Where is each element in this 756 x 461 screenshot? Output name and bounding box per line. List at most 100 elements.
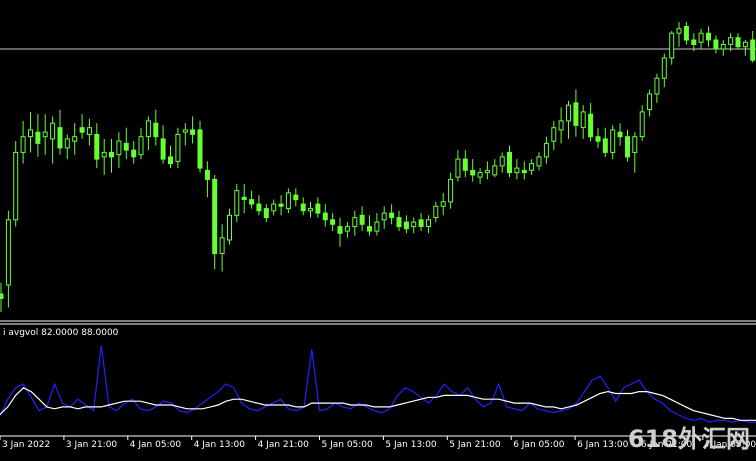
candle-body-bear [418,219,424,228]
trading-chart[interactable]: i avgvol 82.0000 88.0000 3 Jan 2022 3 Jan… [0,0,756,457]
candle [64,134,70,160]
candle [683,22,689,45]
candle-body-bull [5,219,11,286]
candle-body-bear [94,133,100,160]
candle-body-bear [507,151,512,174]
candle [381,206,387,229]
candle [566,100,571,139]
candle-body-bull [234,190,240,216]
candle-body-bear [263,208,269,219]
candle [72,123,78,155]
candle-body-bull [219,237,225,255]
candle-body-bull [271,203,277,212]
candle-body-bull [647,93,653,111]
candle-body-bull [175,133,181,162]
candle [256,195,262,216]
candle [462,150,468,178]
candle [285,188,291,214]
candle [234,183,240,223]
candle-body-bear [204,169,210,180]
candle-body-bull [145,120,151,138]
candle-body-bear [470,169,476,176]
candle [514,159,520,180]
candle-body-bear [212,178,218,255]
candle-body-bull [654,77,660,95]
candle [219,224,225,272]
candle-body-bear [256,203,262,212]
candle-body-bull [352,217,358,228]
candle-body-bull [285,192,291,210]
candle [20,120,26,164]
candle-body-bull [551,127,557,142]
candle-body-bull [728,37,734,45]
candle-body-bull [28,129,33,138]
candle [204,161,210,198]
candle-body-bull [440,201,446,207]
candle [79,114,85,139]
candle [573,89,579,137]
candle [610,125,616,160]
candle-body-bull [639,111,645,138]
candle-body-bear [0,293,4,299]
candle-body-bear [625,136,630,158]
time-tick-label: 4 Jan 05:00 [130,440,182,450]
candle [742,40,748,56]
candle [543,136,549,164]
candle-body-bull [499,156,505,167]
candle-body-bear [131,149,137,158]
candle [521,161,527,180]
candle-body-bull [116,140,122,156]
candle-body-bear [462,158,468,171]
candle-body-bear [57,127,63,149]
candle-body-bull [698,32,704,43]
candle [359,206,365,232]
candle-body-bear [389,212,395,219]
candle [492,159,498,178]
candle-body-bear [713,39,719,50]
candle-body-bear [595,136,601,142]
candle [249,190,255,209]
candle [507,145,512,178]
candle-body-bear [573,102,579,126]
time-tick-label: 4 Jan 21:00 [258,440,310,450]
candle [706,26,711,47]
price-pane[interactable] [0,22,756,312]
candle [647,89,653,117]
time-tick-label: 6 Jan 05:00 [513,440,565,450]
candle-body-bull [669,32,675,59]
candle-body-bear [315,203,321,214]
candle-body-bear [293,194,299,201]
candle [713,35,719,54]
candle [750,31,756,63]
candle-body-bear [123,142,129,151]
candle [448,172,454,209]
candle [337,217,343,247]
candle-body-bear [79,127,85,133]
chart-canvas[interactable]: i avgvol 82.0000 88.0000 3 Jan 2022 3 Jan… [0,0,756,457]
candle-body-bear [521,169,527,174]
candle-body-bull [610,129,616,153]
time-tick-label: 4 Jan 13:00 [194,440,246,450]
time-tick-label: 3 Jan 21:00 [66,440,118,450]
candle-body-bull [477,172,483,178]
candle [153,109,159,146]
candle [116,132,122,169]
candle [654,73,660,103]
candle [101,138,107,175]
candle [698,28,704,49]
candle-body-bull [50,122,56,140]
candle [28,111,33,153]
candle [109,138,114,173]
indicator-pane[interactable] [0,345,756,423]
candle [367,215,372,236]
candle [50,116,56,164]
candle [433,201,439,223]
candle-body-bear [337,226,343,234]
candle-body-bear [160,138,166,160]
candle [57,109,63,155]
candle-body-bear [330,219,336,225]
candle [529,159,535,175]
candle-body-bull [742,41,748,48]
candle [418,213,424,232]
candle-body-bull [448,178,454,203]
